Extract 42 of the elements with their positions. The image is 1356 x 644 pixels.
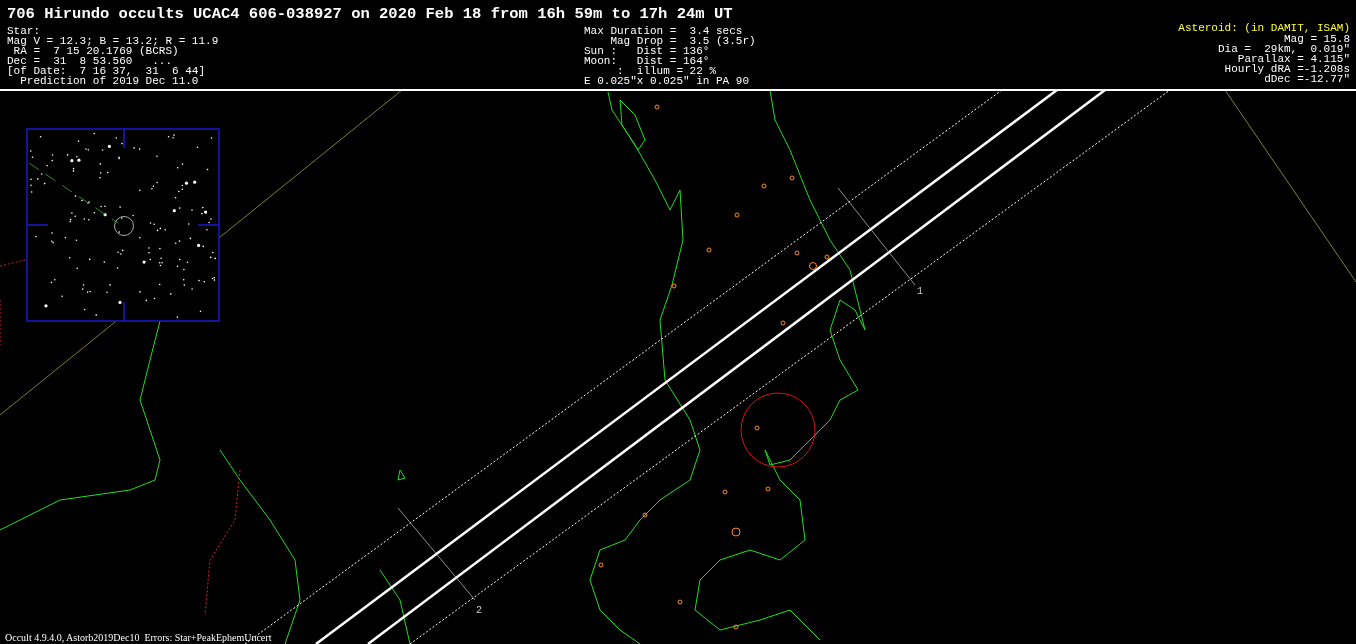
info-text: [of Date: 7 16 37, 31 6 44] — [7, 66, 206, 76]
city-marker — [706, 247, 712, 253]
info-text: Mag = 15.8 — [1284, 34, 1350, 44]
city-marker — [654, 104, 660, 110]
city-marker — [722, 489, 728, 495]
info-text: dDec =-12.77" — [1264, 74, 1350, 84]
city-marker — [761, 183, 767, 189]
info-text: Sun : Dist = 136° — [584, 46, 710, 56]
path-label: 1 — [917, 285, 923, 299]
info-text: Hourly dRA =-1.208s — [1224, 64, 1350, 74]
info-text: : illum = 22 % — [617, 66, 717, 76]
window-title: 706 Hirundo occults UCAC4 606-038927 on 2020 Feb 18 from 16h 59m to 17h 24m UT — [6, 4, 733, 25]
city-marker — [671, 283, 677, 289]
border-line — [0, 259, 26, 267]
city-marker — [765, 486, 771, 492]
city-marker — [642, 512, 648, 518]
info-text: RA = 7 15 20.1769 (BCRS) — [13, 46, 179, 56]
city-marker — [754, 425, 760, 431]
info-text: Max Duration = 3.4 secs — [584, 26, 743, 36]
city-marker — [824, 254, 830, 260]
city-marker — [789, 175, 795, 181]
path-label: 2 — [476, 604, 482, 618]
info-text: Prediction of 2019 Dec 11.0 — [20, 76, 199, 86]
info-text: Moon: Dist = 164° — [584, 56, 710, 66]
city-marker — [809, 262, 817, 270]
info-text: Star: — [7, 26, 40, 36]
city-marker — [780, 320, 786, 326]
footer-text: Occult 4.9.4.0, Astorb2019Dec10 Errors: Star+PeakEphemUncert — [5, 632, 272, 643]
city-marker — [734, 212, 740, 218]
info-text: Mag Drop = 3.5 (3.5r) — [609, 36, 756, 46]
city-marker — [733, 624, 739, 630]
info-text: E 0.025"x 0.025" in PA 90 — [584, 76, 750, 86]
info-text: Dec = 31 8 53.560 ... — [7, 56, 173, 66]
info-text: Mag V = 12.3; B = 13.2; R = 11.9 — [7, 36, 219, 46]
info-text: Dia = 29km, 0.019" — [1217, 44, 1350, 54]
city-marker — [794, 250, 800, 256]
info-text: Asteroid: (in DAMIT, ISAM) — [1178, 23, 1350, 33]
city-marker — [598, 562, 604, 568]
city-marker — [731, 527, 741, 537]
border-line — [0, 299, 1, 346]
info-text: Parallax = 4.115" — [1237, 54, 1350, 64]
city-marker — [677, 599, 683, 605]
